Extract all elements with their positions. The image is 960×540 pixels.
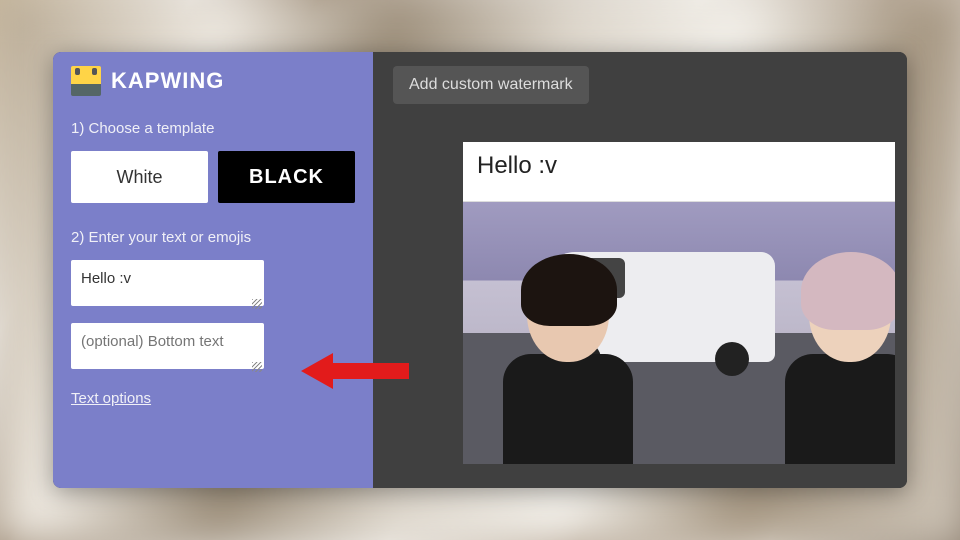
meme-canvas[interactable]: Hello :v: [463, 142, 895, 464]
template-picker: White BLACK: [71, 151, 355, 203]
person-right: [785, 264, 895, 464]
add-watermark-button[interactable]: Add custom watermark: [393, 66, 589, 104]
top-text-wrap: [71, 260, 264, 311]
template-white-button[interactable]: White: [71, 151, 208, 203]
text-options-link[interactable]: Text options: [71, 390, 151, 407]
meme-image: [463, 202, 895, 464]
caption-top: Hello :v: [463, 142, 895, 202]
bottom-text-input[interactable]: [71, 323, 264, 369]
resize-handle-icon[interactable]: [252, 299, 262, 309]
preview-area: Add custom watermark Hello :v: [373, 52, 907, 488]
person-left: [503, 264, 633, 464]
annotation-arrow-icon: [301, 350, 411, 397]
bottom-text-wrap: [71, 323, 264, 374]
app-frame: KAPWING 1) Choose a template White BLACK…: [53, 52, 907, 488]
step2-label: 2) Enter your text or emojis: [71, 229, 355, 246]
resize-handle-icon[interactable]: [252, 362, 262, 372]
top-text-input[interactable]: [71, 260, 264, 306]
brand-logo[interactable]: KAPWING: [71, 66, 355, 96]
step1-label: 1) Choose a template: [71, 120, 355, 137]
kapwing-cat-icon: [71, 66, 101, 96]
template-black-button[interactable]: BLACK: [218, 151, 355, 203]
brand-name: KAPWING: [111, 68, 224, 94]
editor-sidebar: KAPWING 1) Choose a template White BLACK…: [53, 52, 373, 488]
